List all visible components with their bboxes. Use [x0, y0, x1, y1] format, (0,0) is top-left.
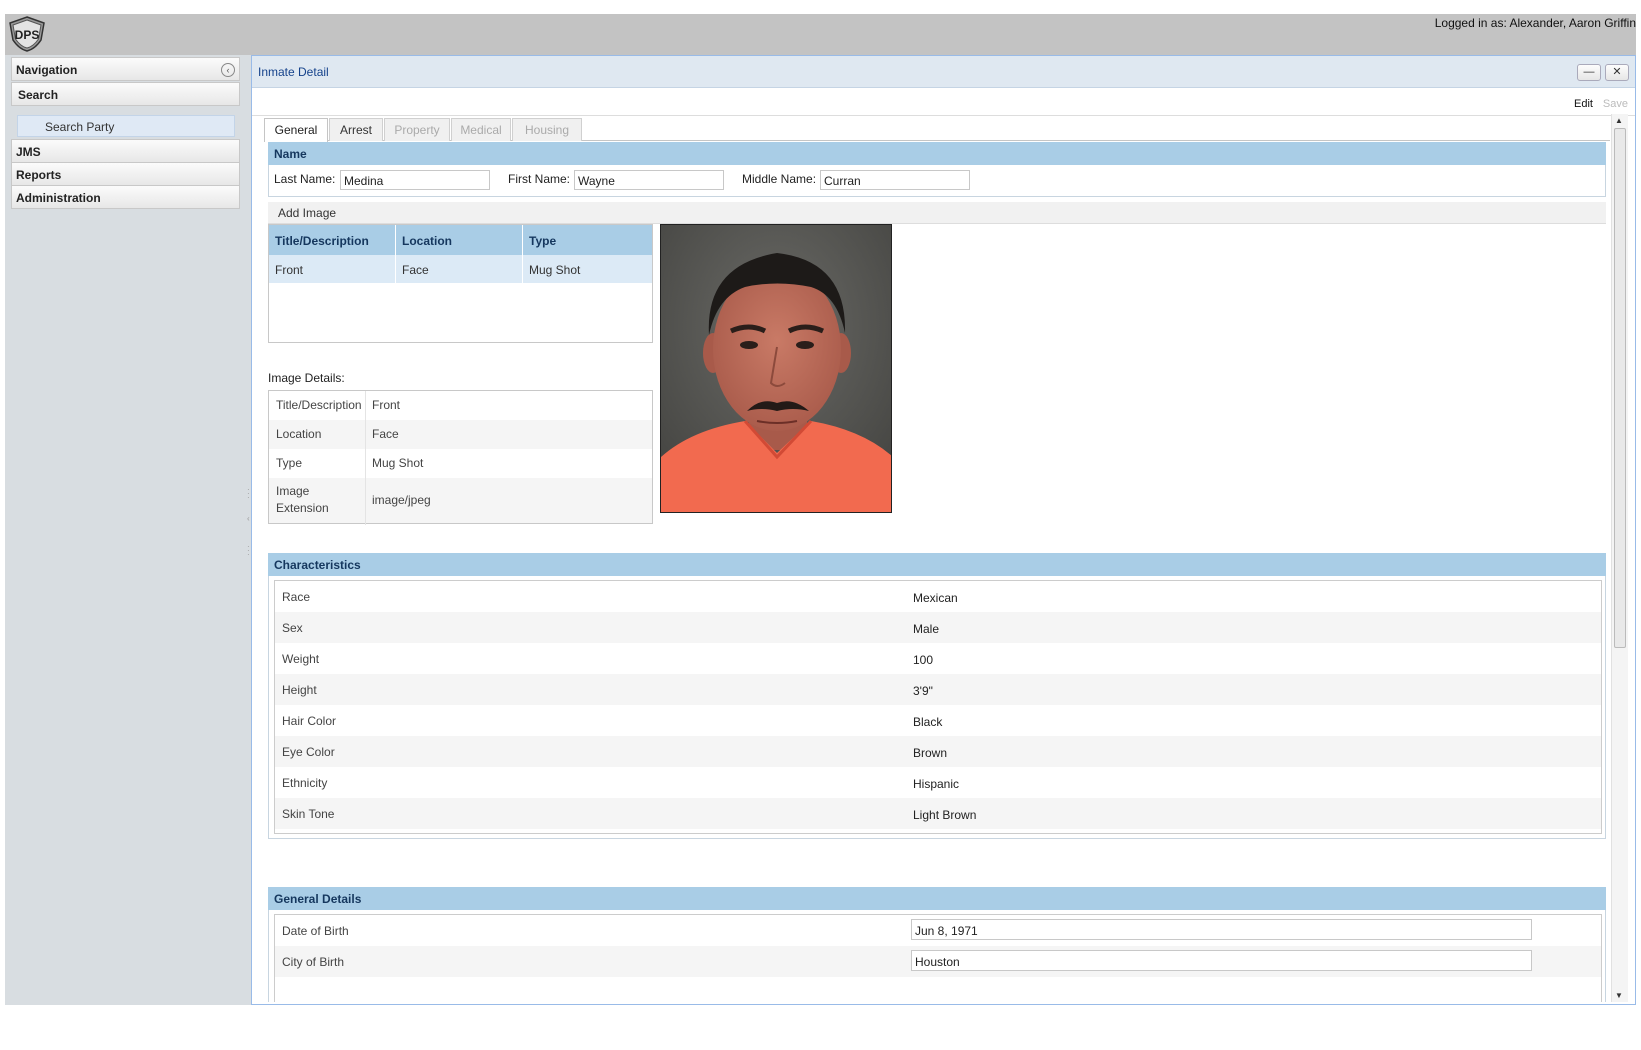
general-details-section: Date of Birth Jun 8, 1971 City of Birth …: [268, 910, 1606, 1002]
characteristic-row: Weight 100: [275, 643, 1601, 674]
characteristic-value: 3'9": [913, 684, 933, 698]
general-detail-key: City of Birth: [282, 955, 345, 969]
navigation-header: Navigation ‹: [11, 57, 240, 81]
scroll-down-icon[interactable]: ▼: [1615, 991, 1623, 1000]
characteristic-key: Weight: [282, 652, 320, 666]
column-header-location[interactable]: Location: [396, 225, 523, 255]
detail-row: Location Face: [269, 420, 652, 449]
content-scrollbar[interactable]: ▲ ▼: [1611, 114, 1628, 1002]
nav-item-administration[interactable]: Administration: [11, 185, 240, 209]
name-section: Last Name: Medina First Name: Wayne Midd…: [268, 165, 1606, 197]
general-details-section-header: General Details: [268, 887, 1606, 910]
characteristic-value: Mexican: [913, 591, 958, 605]
detail-value: Mug Shot: [372, 456, 424, 470]
dps-logo: DPS: [8, 16, 46, 52]
column-header-type[interactable]: Type: [523, 225, 652, 255]
general-detail-row: Date of Birth Jun 8, 1971: [275, 915, 1601, 946]
last-name-field[interactable]: Medina: [340, 170, 490, 190]
characteristic-key: Sex: [282, 621, 303, 635]
characteristic-key: Ethnicity: [282, 776, 328, 790]
panel-title-bar: Inmate Detail — ✕: [252, 56, 1635, 88]
characteristic-key: Skin Tone: [282, 807, 335, 821]
tab-general[interactable]: General: [264, 118, 328, 142]
city-of-birth-field[interactable]: Houston: [911, 950, 1532, 971]
nav-item-search-party[interactable]: Search Party: [17, 115, 235, 137]
tab-medical[interactable]: Medical: [451, 118, 511, 141]
app-header: DPS Logged in as: Alexander, Aaron Griff…: [5, 14, 1636, 55]
panel-title: Inmate Detail: [258, 65, 329, 79]
characteristic-key: Eye Color: [282, 745, 335, 759]
scroll-up-icon[interactable]: ▲: [1615, 116, 1623, 125]
image-details-label: Image Details:: [268, 371, 345, 385]
close-icon[interactable]: ✕: [1605, 64, 1629, 81]
nav-item-reports[interactable]: Reports: [11, 162, 240, 186]
tab-property[interactable]: Property: [384, 118, 450, 141]
logged-in-user: Logged in as: Alexander, Aaron Griffin: [1434, 16, 1636, 30]
middle-name-field[interactable]: Curran: [820, 170, 970, 190]
image-grid: Title/Description Location Type Front Fa…: [268, 224, 653, 343]
characteristic-row: Height 3'9": [275, 674, 1601, 705]
characteristic-row: Ethnicity Hispanic: [275, 767, 1601, 798]
detail-row: Type Mug Shot: [269, 449, 652, 478]
characteristic-row: Skin Tone Light Brown: [275, 798, 1601, 829]
characteristic-row: Hair Color Black: [275, 705, 1601, 736]
characteristic-value: Light Brown: [913, 808, 977, 822]
collapse-left-icon[interactable]: ‹: [221, 63, 235, 77]
nav-item-jms[interactable]: JMS: [11, 139, 240, 163]
characteristics-section: Race Mexican Sex Male Weight 100 Height …: [268, 576, 1606, 839]
add-image-button[interactable]: Add Image: [278, 206, 336, 220]
characteristic-row: Sex Male: [275, 612, 1601, 643]
characteristic-key: Height: [282, 683, 317, 697]
general-detail-row: City of Birth Houston: [275, 946, 1601, 977]
detail-row: Image Extension image/jpeg: [269, 478, 652, 523]
characteristic-value: 100: [913, 653, 934, 667]
grid-cell-location[interactable]: Face: [396, 255, 523, 283]
scroll-thumb[interactable]: [1614, 128, 1626, 648]
characteristic-value: Male: [913, 622, 940, 636]
characteristic-row: Eye Color Brown: [275, 736, 1601, 767]
tab-content-general: Name Last Name: Medina First Name: Wayne…: [264, 142, 1610, 1002]
edit-button[interactable]: Edit: [1574, 98, 1593, 110]
panel-toolbar: Edit Save: [252, 89, 1635, 116]
detail-value: Front: [372, 398, 401, 412]
characteristics-section-header: Characteristics: [268, 553, 1606, 576]
logo-text: DPS: [15, 28, 40, 42]
detail-key: Location: [276, 427, 322, 441]
first-name-field[interactable]: Wayne: [574, 170, 724, 190]
detail-row: Title/Description Front: [269, 391, 652, 420]
detail-key: Image Extension: [276, 484, 329, 515]
save-button[interactable]: Save: [1603, 98, 1628, 110]
detail-key: Type: [276, 456, 303, 470]
navigation-title: Navigation: [16, 63, 78, 77]
image-toolbar: Add Image: [268, 202, 1606, 224]
tab-housing[interactable]: Housing: [512, 118, 582, 141]
navigation-panel: Navigation ‹ Search Search Party JMS Rep…: [5, 55, 246, 1005]
general-detail-key: Date of Birth: [282, 924, 349, 938]
app-window: DPS Logged in as: Alexander, Aaron Griff…: [0, 0, 1641, 1050]
middle-name-label: Middle Name:: [742, 172, 817, 186]
name-section-header: Name: [268, 142, 1606, 165]
detail-tabs: General Arrest Property Medical Housing: [264, 116, 1610, 142]
characteristic-value: Brown: [913, 746, 948, 760]
tab-arrest[interactable]: Arrest: [329, 118, 383, 141]
characteristic-value: Hispanic: [913, 777, 960, 791]
characteristic-value: Black: [913, 715, 943, 729]
characteristic-key: Race: [282, 590, 311, 604]
column-header-title[interactable]: Title/Description: [269, 225, 396, 255]
detail-value: image/jpeg: [372, 493, 431, 507]
last-name-label: Last Name:: [274, 172, 336, 186]
detail-key: Title/Description: [276, 398, 362, 412]
mugshot-photo[interactable]: [660, 224, 892, 513]
characteristic-row: Race Mexican: [275, 581, 1601, 611]
grid-cell-title[interactable]: Front: [269, 255, 396, 283]
grid-cell-type[interactable]: Mug Shot: [523, 255, 652, 283]
detail-value: Face: [372, 427, 399, 441]
characteristic-key: Hair Color: [282, 714, 337, 728]
inmate-detail-panel: Inmate Detail — ✕ Edit Save General Arre…: [251, 55, 1636, 1005]
first-name-label: First Name:: [508, 172, 571, 186]
minimize-icon[interactable]: —: [1577, 64, 1601, 81]
date-of-birth-field[interactable]: Jun 8, 1971: [911, 919, 1532, 940]
nav-item-search[interactable]: Search: [11, 82, 240, 106]
image-details-table: Title/Description Front Location Face Ty…: [268, 390, 653, 525]
